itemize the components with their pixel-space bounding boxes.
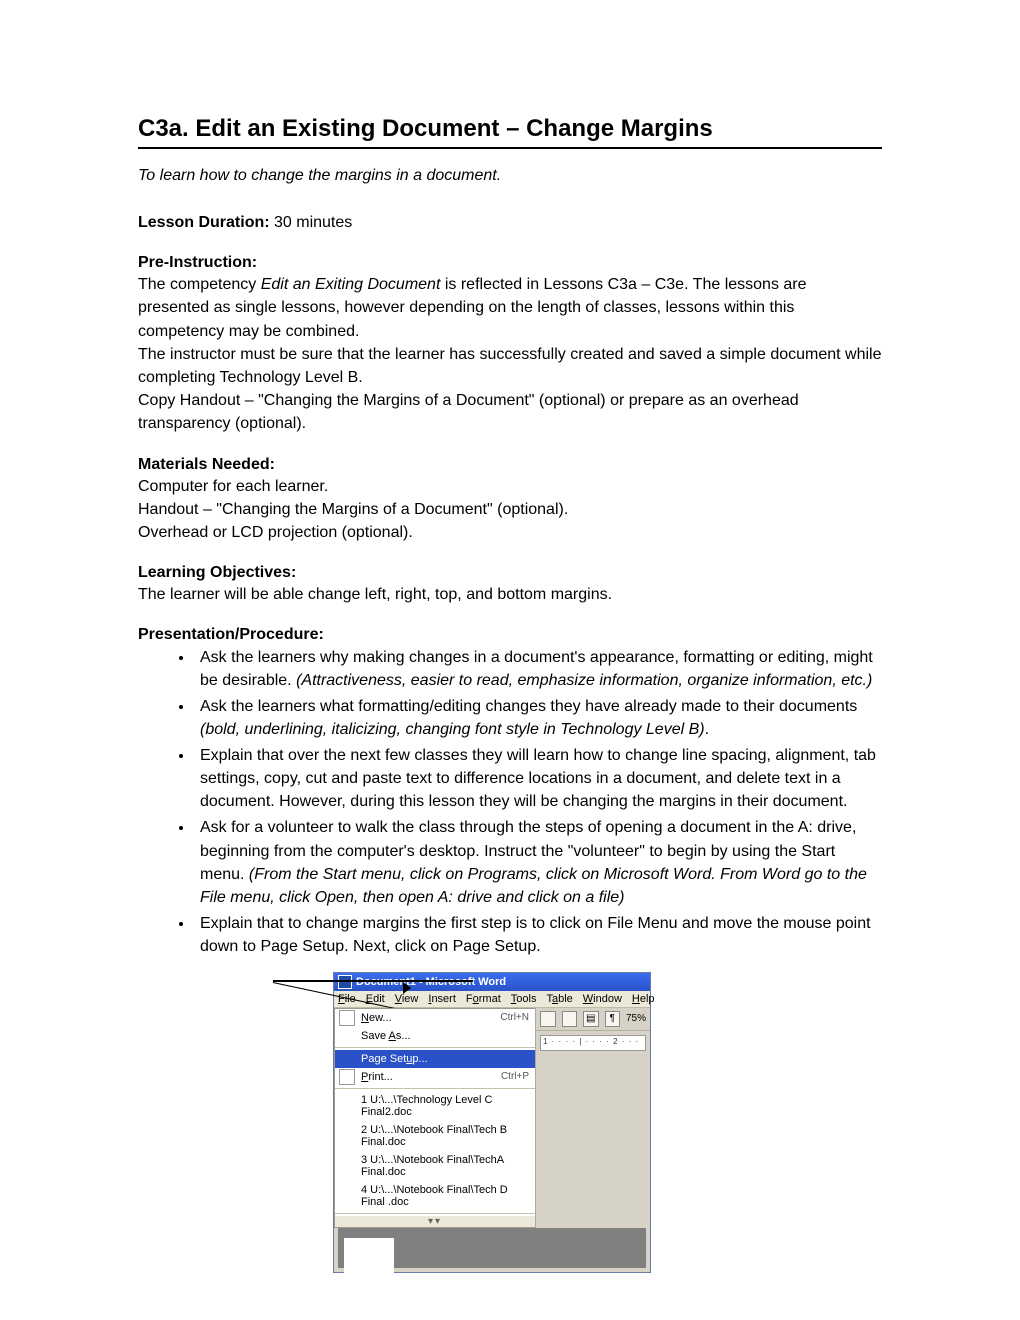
new-icon: [339, 1010, 355, 1026]
menu-item-pagesetup[interactable]: Page Setup...: [335, 1050, 535, 1068]
duration-value: 30 minutes: [270, 214, 353, 231]
procedure-label: Presentation/Procedure:: [138, 626, 882, 644]
word-screenshot: Document1 - Microsoft Word File Edit Vie…: [333, 972, 882, 1273]
subtitle: To learn how to change the margins in a …: [138, 167, 882, 185]
menu-help[interactable]: Help: [632, 993, 655, 1005]
recent-file[interactable]: 2 U:\...\Notebook Final\Tech B Final.doc: [335, 1121, 535, 1151]
objectives-body: The learner will be able change left, ri…: [138, 583, 882, 606]
recent-file[interactable]: 4 U:\...\Notebook Final\Tech D Final .do…: [335, 1181, 535, 1211]
pilcrow-icon[interactable]: ¶: [605, 1011, 621, 1027]
list-item: Ask for a volunteer to walk the class th…: [194, 816, 882, 908]
ruler: [540, 1035, 646, 1051]
menu-item-print[interactable]: Print...Ctrl+P: [335, 1068, 535, 1086]
toolbar-icon[interactable]: [540, 1011, 556, 1027]
procedure-list: Ask the learners why making changes in a…: [138, 646, 882, 957]
document-canvas: [338, 1228, 646, 1268]
toolbar-icon[interactable]: [562, 1011, 578, 1027]
list-item: Explain that to change margins the first…: [194, 912, 882, 958]
list-item: Explain that over the next few classes t…: [194, 744, 882, 813]
pointer-arrow: [273, 980, 473, 984]
recent-file[interactable]: 1 U:\...\Technology Level C Final2.doc: [335, 1091, 535, 1121]
menu-item-new[interactable]: New...Ctrl+N: [335, 1009, 535, 1027]
print-icon: [339, 1069, 355, 1085]
preinstruction-label: Pre-Instruction:: [138, 254, 882, 272]
zoom-value[interactable]: 75%: [626, 1012, 646, 1026]
menu-format[interactable]: Format: [466, 993, 501, 1005]
menu-table[interactable]: Table: [546, 993, 572, 1005]
list-item: Ask the learners why making changes in a…: [194, 646, 882, 692]
menu-item-saveas[interactable]: Save As...: [335, 1027, 535, 1045]
menu-view[interactable]: View: [395, 993, 419, 1005]
menu-expand-chevron[interactable]: ▾▾: [335, 1216, 535, 1227]
materials-body: Computer for each learner. Handout – "Ch…: [138, 475, 882, 545]
columns-icon[interactable]: ▤: [583, 1011, 599, 1027]
menu-window[interactable]: Window: [583, 993, 622, 1005]
recent-file[interactable]: 3 U:\...\Notebook Final\TechA Final.doc: [335, 1151, 535, 1181]
file-menu-dropdown: New...Ctrl+N Save As... Page Setup... Pr…: [334, 1008, 536, 1228]
page-title: C3a. Edit an Existing Document – Change …: [138, 115, 882, 143]
objectives-label: Learning Objectives:: [138, 564, 882, 582]
menu-insert[interactable]: Insert: [428, 993, 456, 1005]
materials-label: Materials Needed:: [138, 456, 882, 474]
toolbar-area: ▤ ¶ 75%: [535, 1008, 650, 1228]
menu-tools[interactable]: Tools: [511, 993, 537, 1005]
list-item: Ask the learners what formatting/editing…: [194, 695, 882, 741]
duration-label: Lesson Duration:: [138, 214, 270, 231]
preinstruction-body: The competency Edit an Exiting Document …: [138, 273, 882, 435]
title-rule: [138, 147, 882, 149]
